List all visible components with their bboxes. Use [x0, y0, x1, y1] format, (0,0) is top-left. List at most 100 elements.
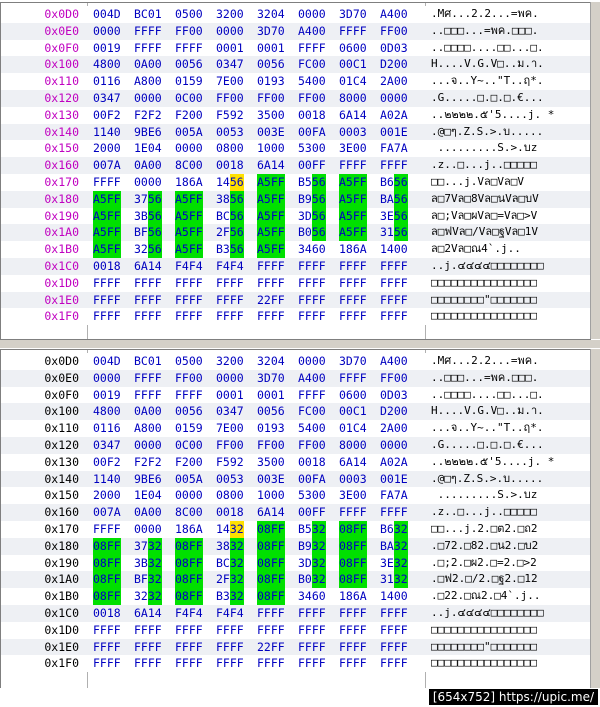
hex-word[interactable]: 08FF [339, 554, 375, 572]
hex-word[interactable]: FFFF [175, 622, 211, 639]
hex-word[interactable]: 0A00 [134, 403, 170, 420]
hex-word[interactable]: FFFF [380, 639, 416, 656]
hex-word[interactable]: 22FF [257, 639, 293, 656]
hex-word[interactable]: 0000 [380, 90, 416, 107]
hex-word[interactable]: 5300 [298, 140, 334, 157]
hex-word[interactable]: FFFF [216, 639, 252, 656]
hex-word[interactable]: 3856 [216, 190, 252, 208]
hex-word[interactable]: B056 [298, 224, 334, 242]
hex-word[interactable]: 00C1 [339, 403, 375, 420]
hex-word[interactable]: 6A14 [339, 107, 375, 124]
hex-word[interactable]: 0018 [93, 605, 129, 622]
hex-word[interactable]: A02A [380, 454, 416, 471]
hex-word[interactable]: 3D70 [257, 23, 293, 40]
hex-word[interactable]: BC01 [134, 353, 170, 370]
ascii-column[interactable]: .□22.□ณ2.□4`.j.. [431, 588, 589, 605]
hex-row[interactable]: 0x1C0 0018 6A14 F4F4 F4F4 FFFF FFFF FFFF FFFF ..j… [1, 605, 590, 622]
hex-word[interactable]: 005A [175, 124, 211, 141]
hex-word[interactable]: FFFF [257, 308, 293, 325]
hex-word[interactable]: F4F4 [175, 258, 211, 275]
hex-word[interactable]: FFFF [339, 504, 375, 521]
hex-word[interactable]: FF00 [380, 370, 416, 387]
hex-word[interactable]: 186A [339, 241, 375, 258]
hex-word[interactable]: F2F2 [134, 107, 170, 124]
hex-word[interactable]: FFFF [93, 292, 129, 309]
hex-word[interactable]: 0159 [175, 420, 211, 437]
hex-word[interactable]: 3460 [298, 241, 334, 258]
hex-word[interactable]: 0000 [175, 140, 211, 157]
hex-word[interactable]: 0056 [257, 56, 293, 73]
hex-word[interactable]: F200 [175, 107, 211, 124]
hex-word[interactable]: A5FF [257, 241, 293, 258]
hex-word[interactable]: 2000 [93, 140, 129, 157]
hex-word[interactable]: F592 [216, 107, 252, 124]
ascii-column[interactable]: .□72.□82.□น2.□บ2 [431, 538, 589, 555]
hex-word[interactable]: 3204 [257, 353, 293, 370]
hex-word[interactable]: B356 [216, 241, 252, 258]
hex-word[interactable]: 8000 [339, 437, 375, 454]
hex-word[interactable]: F592 [216, 454, 252, 471]
ascii-column[interactable]: H....V.G.V□..ม.า. [431, 56, 589, 73]
hex-word[interactable]: 1140 [93, 471, 129, 488]
hex-word[interactable]: 0018 [298, 107, 334, 124]
hex-word[interactable]: FF00 [257, 437, 293, 454]
hex-word[interactable]: 2A00 [380, 73, 416, 90]
hex-word[interactable]: FFFF [134, 655, 170, 672]
hex-word[interactable]: 0000 [134, 437, 170, 454]
hex-row[interactable]: 0x0F0 0019 FFFF FFFF 0001 0001 FFFF 0600 0D03 ..□… [1, 39, 590, 57]
hex-row[interactable]: 0x100 4800 0A00 0056 0347 0056 FC00 00C1 D200 H..… [1, 56, 590, 74]
hex-word[interactable]: 3D70 [339, 6, 375, 23]
ascii-column[interactable]: ..□□□...=พค.□□□. [431, 370, 589, 387]
ascii-column[interactable]: ล□ฟVล□/Vล□ฐVล□1V [431, 224, 589, 241]
hex-word[interactable]: BC32 [216, 554, 252, 572]
hex-word[interactable]: 0003 [339, 124, 375, 141]
ascii-column[interactable]: .G.....□.□.□.€... [431, 437, 589, 454]
hex-word[interactable]: 08FF [257, 588, 293, 605]
ascii-column[interactable]: ...จ..Y~.."T..ฤ*. [431, 73, 589, 90]
hex-row[interactable]: 0x110 0116 A800 0159 7E00 0193 5400 01C4 2A00...… [1, 73, 590, 90]
hex-word[interactable]: FFFF [339, 639, 375, 656]
hex-row[interactable]: 0x1E0 FFFF FFFF FFFF FFFF 22FF FFFF FFFF FFFF □□□… [1, 638, 590, 656]
hex-word[interactable]: A5FF [93, 241, 129, 258]
hex-word[interactable]: FF00 [298, 90, 334, 107]
hex-word[interactable]: 5300 [298, 487, 334, 504]
hex-word[interactable]: FA7A [380, 487, 416, 504]
hex-word[interactable]: B032 [298, 571, 334, 589]
ascii-column[interactable]: .Mศ...2.2...=พค. [431, 353, 589, 370]
ascii-column[interactable]: □□...j.2.□ต2.□ถ2 [431, 521, 589, 538]
hex-word[interactable]: F4F4 [216, 258, 252, 275]
hex-word[interactable]: F2F2 [134, 454, 170, 471]
hex-word[interactable]: 0019 [93, 40, 129, 57]
hex-word[interactable]: FFFF [298, 622, 334, 639]
hex-row[interactable]: 0x0E0 0000 FFFF FF00 0000 3D70 A400 FFFF FF00 ..□… [1, 22, 590, 40]
hex-word[interactable]: 001E [380, 124, 416, 141]
hex-word[interactable]: 0193 [257, 73, 293, 90]
hex-word[interactable]: 0000 [380, 437, 416, 454]
ascii-column[interactable]: .G.....□.□.□.€... [431, 90, 589, 107]
hex-word[interactable]: FFFF [380, 605, 416, 622]
hex-word[interactable]: FFFF [380, 258, 416, 275]
hex-word[interactable]: A5FF [93, 190, 129, 208]
ascii-column[interactable]: .□ฟ2.□/2.□ฐ2.□12 [431, 571, 589, 588]
hex-word[interactable]: A5FF [257, 207, 293, 225]
hex-word[interactable]: 0018 [298, 454, 334, 471]
hex-word[interactable]: 0053 [216, 124, 252, 141]
hex-word[interactable]: 0018 [93, 258, 129, 275]
hex-word[interactable]: 08FF [93, 571, 129, 589]
hex-row[interactable]: 0x150 2000 1E04 0000 0800 1000 5300 3E00 FA7A ..… [1, 487, 590, 505]
hex-word[interactable]: 5400 [298, 420, 334, 437]
hex-word[interactable]: 0800 [216, 487, 252, 504]
hex-word[interactable]: 004D [93, 6, 129, 23]
hex-word[interactable]: 08FF [175, 588, 211, 605]
hex-word[interactable]: A5FF [93, 207, 129, 225]
hex-word[interactable]: FFFF [93, 655, 129, 672]
hex-row[interactable]: 0x150 2000 1E04 0000 0800 1000 5300 3E00 FA7A ..… [1, 140, 590, 158]
hex-word[interactable]: FFFF [93, 622, 129, 639]
hex-word[interactable]: FFFF [93, 521, 129, 538]
hex-word[interactable]: 007A [93, 157, 129, 174]
hex-word[interactable]: 2000 [93, 487, 129, 504]
hex-word[interactable]: 0347 [93, 90, 129, 107]
hex-word[interactable]: D200 [380, 403, 416, 420]
hex-word[interactable]: A400 [380, 353, 416, 370]
hex-row[interactable]: 0x0E0 0000 FFFF FF00 0000 3D70 A400 FFFF FF00 ..□… [1, 369, 590, 387]
